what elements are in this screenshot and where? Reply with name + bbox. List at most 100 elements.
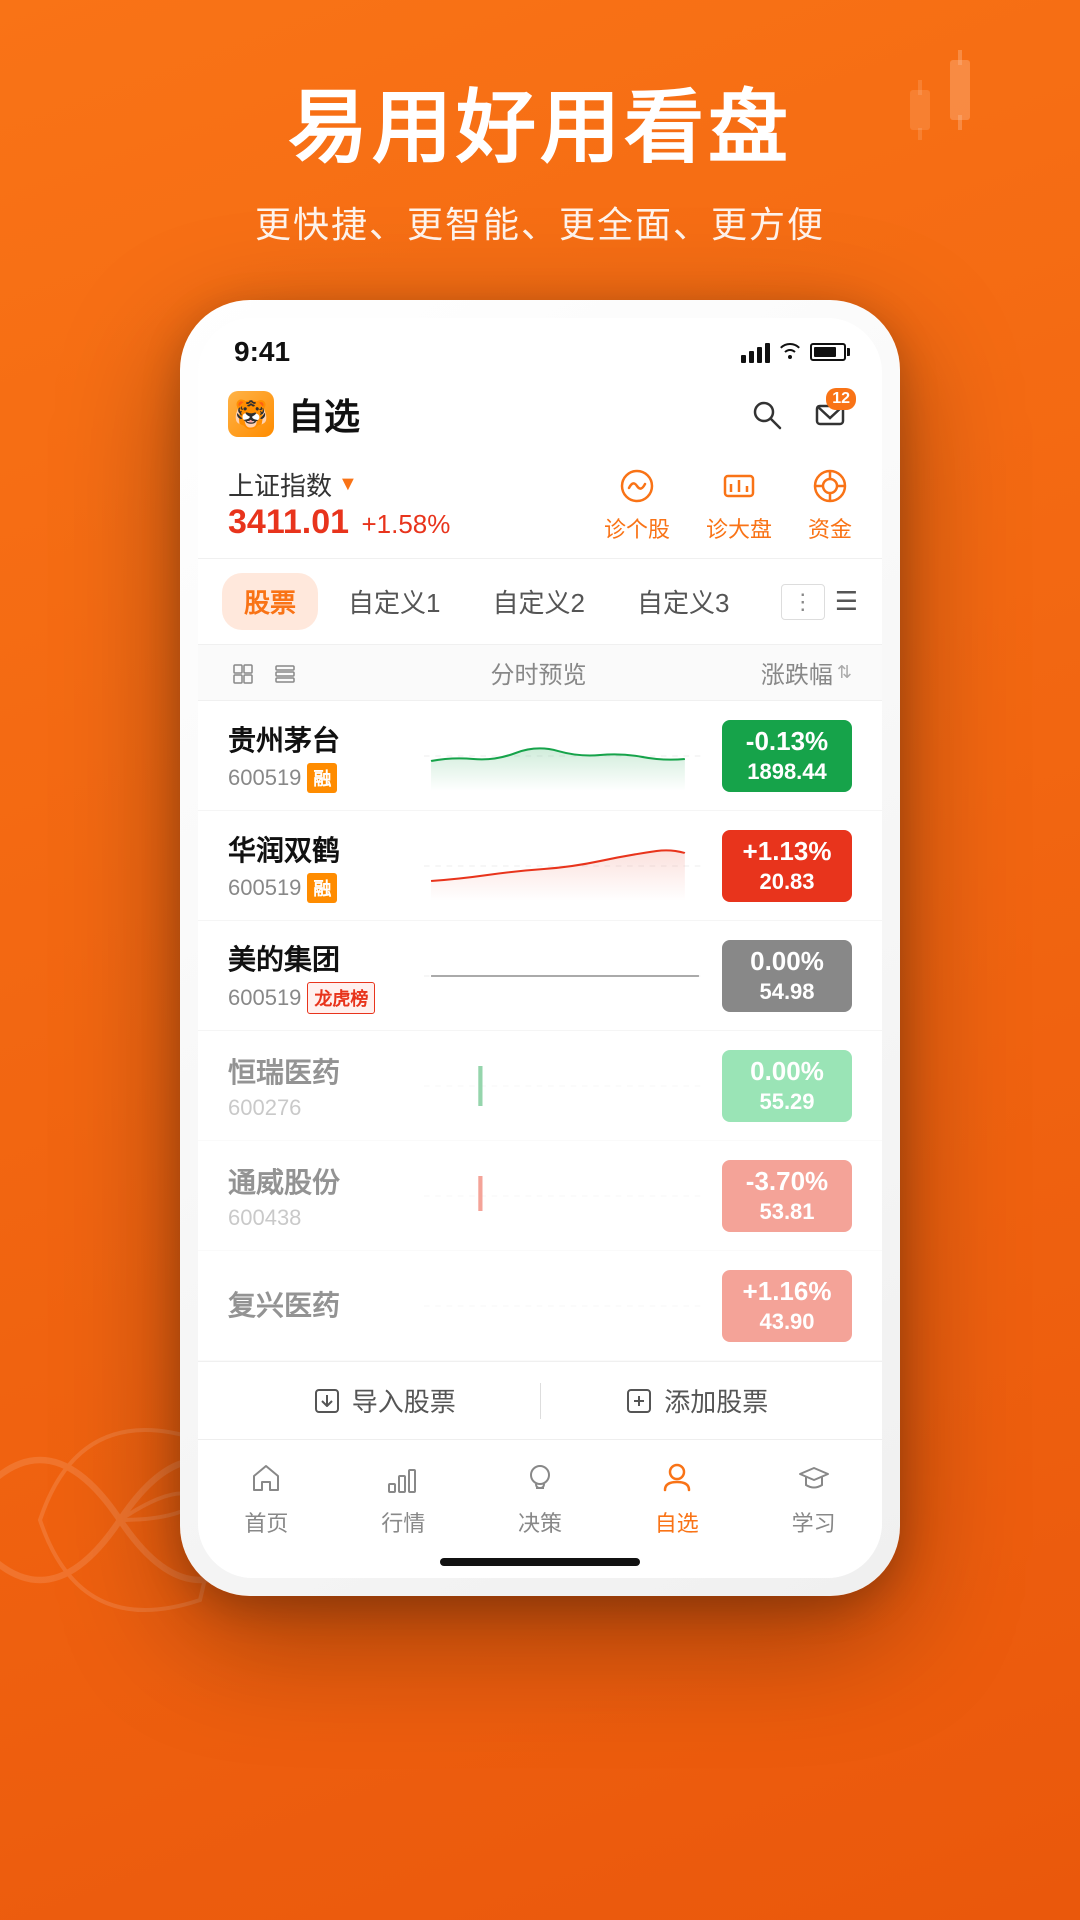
stock-name: 贵州茅台 xyxy=(228,719,408,759)
change-price: 54.98 xyxy=(759,979,814,1005)
action-label: 资金 xyxy=(808,512,852,544)
signal-icon xyxy=(741,341,770,363)
change-pct: +1.13% xyxy=(743,836,832,867)
nav-watchlist-label: 自选 xyxy=(655,1506,699,1538)
home-indicator-container xyxy=(198,1558,882,1578)
add-stocks-button[interactable]: 添加股票 xyxy=(541,1382,853,1419)
tab-custom2[interactable]: 自定义2 xyxy=(470,573,606,630)
change-price: 1898.44 xyxy=(747,759,827,785)
index-change: +1.58% xyxy=(361,509,450,539)
bulb-icon xyxy=(518,1456,562,1500)
app-logo: 🐯 xyxy=(228,391,274,437)
stock-row[interactable]: 美的集团 600519 龙虎榜 0.00% xyxy=(198,921,882,1031)
cap-icon xyxy=(792,1456,836,1500)
phone-mockup: 9:41 xyxy=(180,300,900,1596)
status-time: 9:41 xyxy=(234,336,290,368)
action-funds[interactable]: 资金 xyxy=(808,464,852,544)
stock-chart xyxy=(424,941,706,1011)
chart-col-header: 分时预览 xyxy=(316,655,761,690)
stock-name: 美的集团 xyxy=(228,938,408,978)
wifi-icon xyxy=(778,339,802,365)
change-pct: 0.00% xyxy=(750,1056,824,1087)
import-stocks-button[interactable]: 导入股票 xyxy=(228,1382,540,1419)
stock-chart xyxy=(424,1051,706,1121)
stock-row[interactable]: 贵州茅台 600519 融 xyxy=(198,701,882,811)
bottom-actions: 导入股票 添加股票 xyxy=(198,1361,882,1439)
list-view-icon[interactable] xyxy=(228,658,258,688)
stock-change: 0.00% 55.29 xyxy=(722,1050,852,1122)
action-diagnose-stock[interactable]: 诊个股 xyxy=(604,464,670,544)
stock-chart xyxy=(424,1161,706,1231)
funds-icon xyxy=(808,464,852,508)
stock-info: 贵州茅台 600519 融 xyxy=(228,719,408,793)
stock-code: 600519 xyxy=(228,985,301,1011)
stock-change: +1.13% 20.83 xyxy=(722,830,852,902)
change-price: 20.83 xyxy=(759,869,814,895)
nav-home[interactable]: 首页 xyxy=(198,1456,335,1538)
tab-custom3[interactable]: 自定义3 xyxy=(615,573,751,630)
tab-collapse-icon[interactable]: ⋮ xyxy=(781,584,825,620)
nav-decision[interactable]: 决策 xyxy=(472,1456,609,1538)
stock-list: 贵州茅台 600519 融 xyxy=(198,701,882,1361)
tab-stocks[interactable]: 股票 xyxy=(222,573,318,630)
status-icons xyxy=(741,339,846,365)
change-pct: -3.70% xyxy=(746,1166,828,1197)
change-price: 53.81 xyxy=(759,1199,814,1225)
tab-menu-icon[interactable]: ☰ xyxy=(835,586,858,617)
stock-change: +1.16% 43.90 xyxy=(722,1270,852,1342)
change-pct: 0.00% xyxy=(750,946,824,977)
grid-view-icon[interactable] xyxy=(270,658,300,688)
stock-info: 复兴医药 xyxy=(228,1284,408,1328)
change-price: 55.29 xyxy=(759,1089,814,1115)
stock-chart xyxy=(424,721,706,791)
stock-name: 复兴医药 xyxy=(228,1284,408,1324)
stock-info: 通威股份 600438 xyxy=(228,1161,408,1231)
stock-code-row: 600519 龙虎榜 xyxy=(228,982,408,1014)
stock-name: 恒瑞医药 xyxy=(228,1051,408,1091)
stock-name: 华润双鹤 xyxy=(228,829,408,869)
hero-subtitle: 更快捷、更智能、更全面、更方便 xyxy=(0,196,1080,248)
nav-market-label: 行情 xyxy=(381,1506,425,1538)
index-actions: 诊个股 诊大盘 资金 xyxy=(604,464,852,544)
stock-info: 恒瑞医药 600276 xyxy=(228,1051,408,1121)
stock-code: 600276 xyxy=(228,1095,301,1121)
nav-learn[interactable]: 学习 xyxy=(745,1456,882,1538)
diagnose-market-icon xyxy=(717,464,761,508)
hero-title: 易用好用看盘 xyxy=(0,80,1080,176)
stock-code: 600519 xyxy=(228,765,301,791)
battery-icon xyxy=(810,343,846,361)
stock-row[interactable]: 复兴医药 +1.16% 43.90 xyxy=(198,1251,882,1361)
action-label: 诊个股 xyxy=(604,512,670,544)
stock-row[interactable]: 恒瑞医药 600276 0.00% 55.29 xyxy=(198,1031,882,1141)
stock-row[interactable]: 华润双鹤 600519 融 xyxy=(198,811,882,921)
change-pct: +1.16% xyxy=(743,1276,832,1307)
stock-code: 600438 xyxy=(228,1205,301,1231)
header-actions: 12 xyxy=(744,392,852,436)
hero-section: 易用好用看盘 更快捷、更智能、更全面、更方便 xyxy=(0,0,1080,248)
change-price: 43.90 xyxy=(759,1309,814,1335)
nav-market[interactable]: 行情 xyxy=(335,1456,472,1538)
diagnose-stock-icon xyxy=(615,464,659,508)
change-col-header: 涨跌幅 ⇅ xyxy=(761,655,852,690)
add-label: 添加股票 xyxy=(664,1382,768,1419)
stock-code: 600519 xyxy=(228,875,301,901)
tab-custom1[interactable]: 自定义1 xyxy=(326,573,462,630)
stock-row[interactable]: 通威股份 600438 -3.70% 53.81 xyxy=(198,1141,882,1251)
action-diagnose-market[interactable]: 诊大盘 xyxy=(706,464,772,544)
column-headers: 分时预览 涨跌幅 ⇅ xyxy=(198,645,882,701)
stock-change: 0.00% 54.98 xyxy=(722,940,852,1012)
stock-change: -3.70% 53.81 xyxy=(722,1160,852,1232)
index-name: 上证指数 ▼ xyxy=(228,466,604,503)
notification-button[interactable]: 12 xyxy=(808,392,852,436)
nav-decision-label: 决策 xyxy=(518,1506,562,1538)
nav-learn-label: 学习 xyxy=(792,1506,836,1538)
action-label: 诊大盘 xyxy=(706,512,772,544)
home-icon xyxy=(244,1456,288,1500)
index-value: 3411.01 xyxy=(228,503,349,541)
stock-code-row: 600519 融 xyxy=(228,763,408,793)
nav-watchlist[interactable]: 自选 xyxy=(608,1456,745,1538)
stock-chart xyxy=(424,1271,706,1341)
search-button[interactable] xyxy=(744,392,788,436)
stock-tag: 龙虎榜 xyxy=(307,982,375,1014)
stock-code-row: 600438 xyxy=(228,1205,408,1231)
